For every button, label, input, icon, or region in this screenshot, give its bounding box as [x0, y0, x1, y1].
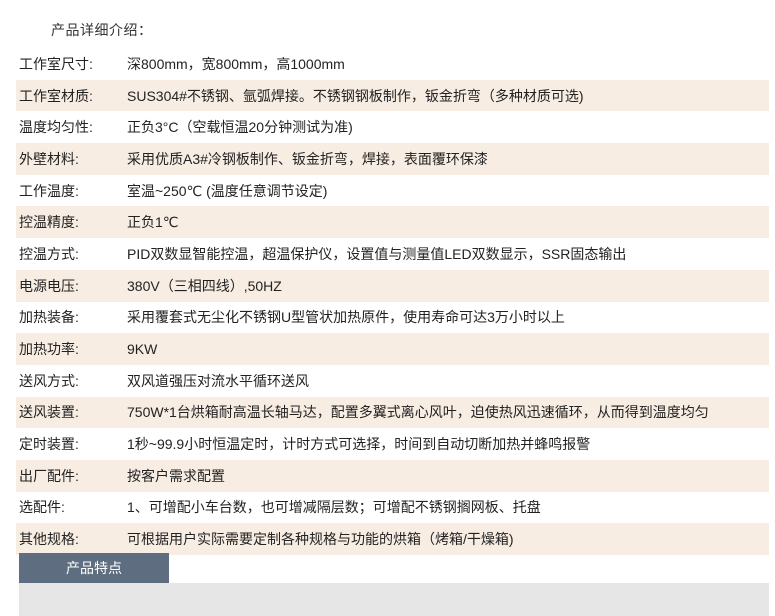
- spec-label: 送风方式:: [19, 372, 79, 389]
- spec-value: 正负1℃: [127, 214, 179, 231]
- spec-value: SUS304#不锈钢、氩弧焊接。不锈钢钢板制作，钣金折弯（多种材质可选): [127, 87, 584, 104]
- spec-label: 加热装备:: [19, 309, 79, 326]
- spec-value: 采用覆套式无尘化不锈钢U型管状加热原件，使用寿命可达3万小时以上: [127, 309, 565, 326]
- tab-bar: 产品特点: [19, 553, 769, 583]
- spec-value: PID双数显智能控温，超温保护仪，设置值与测量值LED双数显示，SSR固态输出: [127, 245, 627, 262]
- spec-label: 工作室材质:: [19, 87, 93, 104]
- spec-label: 工作温度:: [19, 182, 79, 199]
- spec-row: 外壁材料: 采用优质A3#冷钢板制作、钣金折弯，焊接，表面覆环保漆: [16, 143, 769, 175]
- spec-label: 其他规格:: [19, 531, 79, 548]
- spec-value: 1、可增配小车台数，也可增减隔层数；可增配不锈钢搁网板、托盘: [127, 499, 541, 516]
- spec-row: 加热装备: 采用覆套式无尘化不锈钢U型管状加热原件，使用寿命可达3万小时以上: [16, 302, 769, 334]
- spec-value: 双风道强压对流水平循环送风: [127, 372, 309, 389]
- spec-row: 定时装置: 1秒~99.9小时恒温定时，计时方式可选择，时间到自动切断加热并蜂鸣…: [16, 428, 769, 460]
- spec-row: 工作室尺寸: 深800mm，宽800mm，高1000mm: [16, 48, 769, 80]
- spec-value: 380V（三相四线）,50HZ: [127, 277, 282, 294]
- spec-value: 可根据用户实际需要定制各种规格与功能的烘箱（烤箱/干燥箱): [127, 531, 514, 548]
- spec-label: 控温方式:: [19, 245, 79, 262]
- spec-row: 温度均匀性: 正负3°C（空载恒温20分钟测试为准): [16, 111, 769, 143]
- spec-row: 控温精度: 正负1℃: [16, 206, 769, 239]
- spec-value: 室温~250℃ (温度任意调节设定): [127, 182, 328, 199]
- spec-value: 750W*1台烘箱耐高温长轴马达，配置多翼式离心风叶，迫使热风迅速循环，从而得到…: [127, 404, 709, 421]
- spec-label: 工作室尺寸:: [19, 55, 93, 72]
- tab-content-panel: [19, 583, 769, 616]
- spec-label: 选配件:: [19, 499, 65, 516]
- spec-label: 定时装置:: [19, 436, 79, 453]
- spec-value: 9KW: [127, 341, 158, 358]
- spec-row: 电源电压: 380V（三相四线）,50HZ: [16, 269, 769, 302]
- spec-value: 采用优质A3#冷钢板制作、钣金折弯，焊接，表面覆环保漆: [127, 150, 488, 167]
- spec-label: 送风装置:: [19, 404, 79, 421]
- spec-row: 其他规格: 可根据用户实际需要定制各种规格与功能的烘箱（烤箱/干燥箱): [16, 523, 769, 555]
- spec-label: 温度均匀性:: [19, 119, 93, 136]
- spec-row: 出厂配件: 按客户需求配置: [16, 459, 769, 492]
- spec-value: 深800mm，宽800mm，高1000mm: [127, 55, 345, 72]
- spec-row: 控温方式: PID双数显智能控温，超温保护仪，设置值与测量值LED双数显示，SS…: [16, 238, 769, 270]
- spec-label: 加热功率:: [19, 341, 79, 358]
- spec-label: 控温精度:: [19, 214, 79, 231]
- spec-value: 正负3°C（空载恒温20分钟测试为准): [127, 119, 353, 136]
- spec-label: 电源电压:: [19, 277, 79, 294]
- spec-row: 选配件: 1、可增配小车台数，也可增减隔层数；可增配不锈钢搁网板、托盘: [16, 492, 769, 524]
- spec-row: 送风方式: 双风道强压对流水平循环送风: [16, 365, 769, 397]
- spec-value: 1秒~99.9小时恒温定时，计时方式可选择，时间到自动切断加热并蜂鸣报警: [127, 436, 591, 453]
- section-title: 产品详细介绍：: [51, 22, 153, 38]
- product-detail-page: 产品详细介绍： 工作室尺寸: 深800mm，宽800mm，高1000mm 工作室…: [0, 0, 775, 616]
- spec-table: 工作室尺寸: 深800mm，宽800mm，高1000mm 工作室材质: SUS3…: [16, 48, 769, 555]
- spec-label: 外壁材料:: [19, 150, 79, 167]
- spec-row: 送风装置: 750W*1台烘箱耐高温长轴马达，配置多翼式离心风叶，迫使热风迅速循…: [16, 396, 769, 429]
- tab-product-features[interactable]: 产品特点: [19, 553, 169, 583]
- spec-row: 工作温度: 室温~250℃ (温度任意调节设定): [16, 175, 769, 207]
- spec-value: 按客户需求配置: [127, 467, 225, 484]
- spec-row: 工作室材质: SUS304#不锈钢、氩弧焊接。不锈钢钢板制作，钣金折弯（多种材质…: [16, 79, 769, 112]
- spec-label: 出厂配件:: [19, 467, 79, 484]
- spec-row: 加热功率: 9KW: [16, 333, 769, 365]
